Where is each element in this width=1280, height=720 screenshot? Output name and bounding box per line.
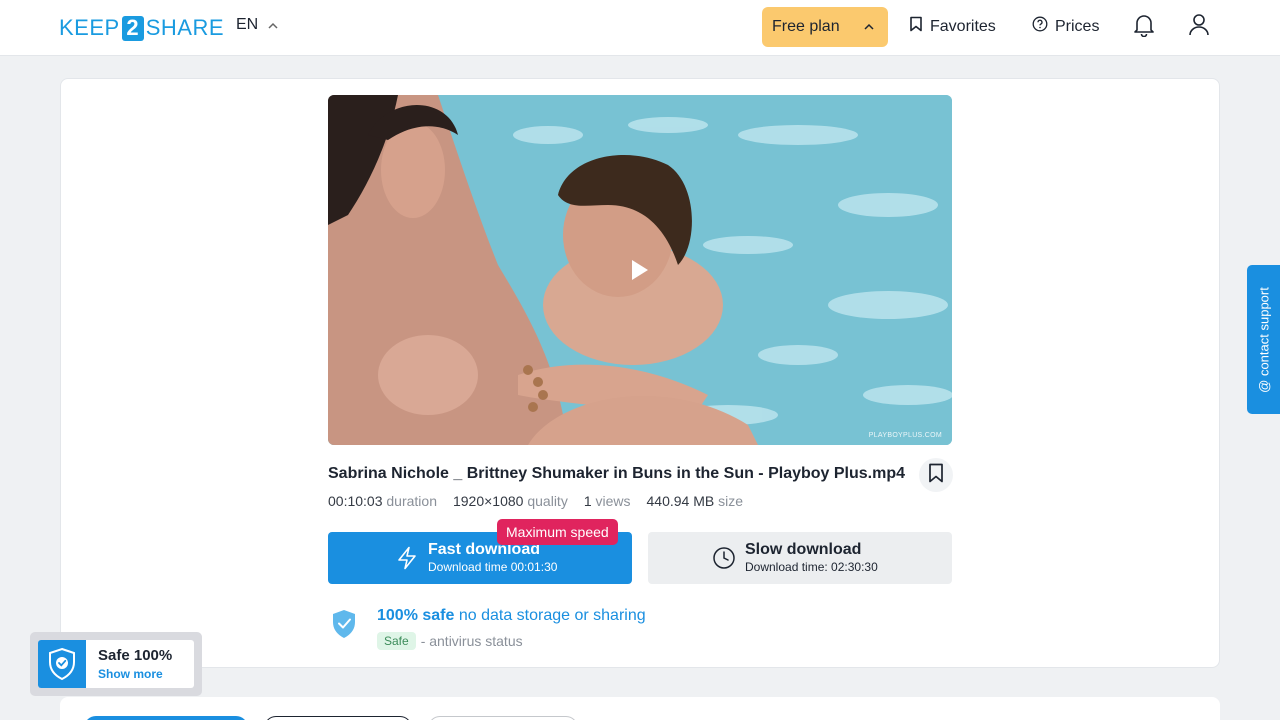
views-label: views bbox=[595, 493, 631, 509]
quality-meta: 1920×1080 quality bbox=[453, 493, 568, 509]
slow-download-button[interactable]: Slow download Download time: 02:30:30 bbox=[648, 532, 952, 584]
bookmark-icon bbox=[909, 16, 923, 37]
prices-link[interactable]: Prices bbox=[1032, 16, 1099, 37]
clock-icon bbox=[712, 546, 736, 575]
bell-icon bbox=[1133, 13, 1155, 42]
views-meta: 1 views bbox=[584, 493, 631, 509]
free-plan-label: Free plan bbox=[772, 18, 840, 35]
safe-floating-badge[interactable]: Safe 100% Show more bbox=[30, 632, 202, 696]
fast-download-text: Fast download Download time 00:01:30 bbox=[428, 541, 557, 575]
file-title: Sabrina Nichole _ Brittney Shumaker in B… bbox=[328, 465, 906, 482]
size-value: 440.94 MB bbox=[646, 493, 715, 509]
logo-two: 2 bbox=[121, 15, 144, 41]
max-speed-badge: Maximum speed bbox=[497, 519, 618, 545]
shield-icon bbox=[38, 640, 86, 688]
contact-support-tab[interactable]: @ contact support bbox=[1247, 265, 1280, 414]
top-header: KEEP 2 SHARE EN Free plan Favorites Pric… bbox=[0, 0, 1280, 56]
notifications-button[interactable] bbox=[1132, 13, 1156, 42]
play-icon[interactable] bbox=[630, 259, 650, 286]
fast-download-time: Download time 00:01:30 bbox=[428, 560, 558, 574]
contact-support-label: @ contact support bbox=[1256, 286, 1271, 393]
language-selector[interactable]: EN bbox=[236, 16, 278, 34]
show-more-link[interactable]: Show more bbox=[98, 667, 163, 681]
safe-statement: 100% safe no data storage or sharing bbox=[377, 607, 646, 625]
chevron-up-icon bbox=[864, 21, 874, 33]
slow-download-label: Slow download bbox=[745, 541, 862, 558]
status-text: - antivirus status bbox=[420, 633, 523, 649]
bottom-panel bbox=[60, 697, 1220, 720]
question-circle-icon bbox=[1032, 16, 1048, 37]
quality-label: quality bbox=[527, 493, 568, 509]
favorites-link[interactable]: Favorites bbox=[909, 16, 996, 37]
chevron-up-icon bbox=[268, 18, 278, 32]
file-meta: 00:10:03 duration 1920×1080 quality 1 vi… bbox=[328, 493, 743, 509]
favorites-label: Favorites bbox=[930, 17, 996, 35]
free-plan-button[interactable]: Free plan bbox=[762, 7, 888, 47]
account-button[interactable] bbox=[1187, 13, 1211, 42]
status-badge: Safe bbox=[377, 632, 416, 650]
video-watermark: PLAYBOYPLUS.COM bbox=[868, 432, 942, 439]
size-label: size bbox=[718, 493, 744, 509]
language-label: EN bbox=[236, 16, 259, 33]
add-to-favorites-button[interactable] bbox=[919, 458, 953, 492]
duration-value: 00:10:03 bbox=[328, 493, 383, 509]
lightning-icon bbox=[396, 546, 418, 575]
slow-download-time: Download time: 02:30:30 bbox=[745, 560, 878, 574]
quality-value: 1920×1080 bbox=[452, 493, 524, 509]
logo-keep: KEEP bbox=[59, 15, 120, 40]
tab-pill-active[interactable] bbox=[84, 716, 248, 720]
duration-meta: 00:10:03 duration bbox=[328, 493, 437, 509]
duration-label: duration bbox=[386, 493, 437, 509]
safe-badge-inner: Safe 100% Show more bbox=[38, 640, 194, 688]
shield-check-icon bbox=[331, 609, 357, 644]
safe-badge-title: Safe 100% bbox=[98, 647, 173, 664]
bookmark-icon bbox=[928, 463, 944, 488]
prices-label: Prices bbox=[1055, 17, 1100, 35]
antivirus-status: Safe - antivirus status bbox=[377, 632, 523, 650]
user-icon bbox=[1188, 13, 1210, 42]
logo-share: SHARE bbox=[145, 15, 224, 40]
size-meta: 440.94 MB size bbox=[647, 493, 744, 509]
keep2share-logo[interactable]: KEEP 2 SHARE bbox=[59, 14, 224, 42]
tab-pill[interactable] bbox=[428, 716, 578, 720]
safe-description: no data storage or sharing bbox=[458, 607, 646, 624]
tab-pill[interactable] bbox=[264, 716, 412, 720]
slow-download-text: Slow download Download time: 02:30:30 bbox=[745, 541, 878, 575]
views-value: 1 bbox=[583, 493, 592, 509]
video-preview[interactable]: PLAYBOYPLUS.COM bbox=[328, 95, 952, 445]
safe-bold-text: 100% safe bbox=[377, 607, 455, 624]
